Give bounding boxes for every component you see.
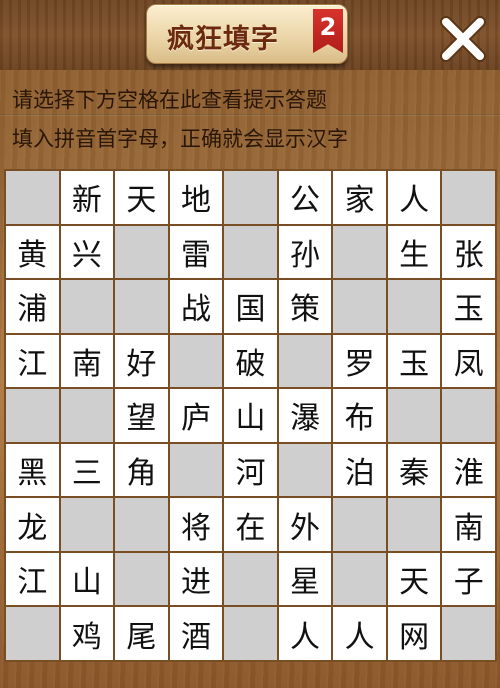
grid-cell-blank[interactable] — [224, 171, 277, 224]
grid-cell-blank[interactable] — [224, 607, 277, 660]
title-badge-ribbon: 2 — [313, 9, 343, 53]
close-button[interactable] — [437, 13, 489, 65]
grid-cell-filled[interactable]: 河 — [224, 443, 277, 497]
grid-cell-filled[interactable]: 浦 — [6, 280, 59, 333]
grid-cell-filled[interactable]: 网 — [387, 607, 441, 660]
grid-cell-filled[interactable]: 好 — [115, 334, 168, 388]
grid-cell-blank[interactable] — [387, 389, 441, 442]
close-icon — [440, 16, 486, 62]
grid-cell-filled[interactable]: 黄 — [6, 225, 59, 279]
grid-cell-filled[interactable]: 庐 — [169, 389, 223, 442]
hint-line-1: 请选择下方空格在此查看提示答题 — [12, 88, 327, 112]
grid-cell-filled[interactable]: 国 — [224, 280, 277, 333]
grid-cell-blank[interactable] — [6, 389, 59, 442]
grid-cell-filled[interactable]: 公 — [278, 171, 332, 224]
grid-cell-filled[interactable]: 孙 — [278, 225, 332, 279]
grid-cell-filled[interactable]: 将 — [169, 498, 223, 551]
grid-cell-filled[interactable]: 人 — [278, 607, 332, 660]
grid-cell-filled[interactable]: 进 — [169, 552, 223, 606]
grid-cell-blank[interactable] — [115, 225, 168, 279]
grid-cell-blank[interactable] — [333, 552, 386, 606]
grid-cell-filled[interactable]: 人 — [333, 607, 386, 660]
grid-cell-filled[interactable]: 黑 — [6, 443, 59, 497]
app-title: 疯狂填字 — [167, 24, 279, 55]
grid-cell-filled[interactable]: 秦 — [387, 443, 441, 497]
grid-cell-blank[interactable] — [387, 498, 441, 551]
grid-cell-filled[interactable]: 角 — [115, 443, 168, 497]
grid-cell-filled[interactable]: 尾 — [115, 607, 168, 660]
grid-cell-filled[interactable]: 凤 — [442, 334, 495, 388]
grid-cell-blank[interactable] — [6, 607, 59, 660]
grid-cell-filled[interactable]: 生 — [387, 225, 441, 279]
grid-cell-filled[interactable]: 淮 — [442, 443, 495, 497]
grid-cell-filled[interactable]: 三 — [60, 443, 114, 497]
grid-cell-filled[interactable]: 布 — [333, 389, 386, 442]
grid-cell-filled[interactable]: 人 — [387, 171, 441, 224]
grid-cell-blank[interactable] — [333, 225, 386, 279]
grid-cell-filled[interactable]: 酒 — [169, 607, 223, 660]
grid-cell-filled[interactable]: 雷 — [169, 225, 223, 279]
grid-cell-blank[interactable] — [60, 498, 114, 551]
grid-cell-blank[interactable] — [442, 607, 495, 660]
grid-cell-blank[interactable] — [224, 225, 277, 279]
grid-cell-filled[interactable]: 张 — [442, 225, 495, 279]
grid-cell-blank[interactable] — [6, 171, 59, 224]
grid-cell-filled[interactable]: 战 — [169, 280, 223, 333]
grid-cell-blank[interactable] — [333, 498, 386, 551]
grid-cell-blank[interactable] — [278, 334, 332, 388]
grid-cell-filled[interactable]: 南 — [442, 498, 495, 551]
grid-cell-blank[interactable] — [115, 498, 168, 551]
grid-cell-filled[interactable]: 罗 — [333, 334, 386, 388]
grid-cell-filled[interactable]: 星 — [278, 552, 332, 606]
grid-cell-filled[interactable]: 瀑 — [278, 389, 332, 442]
grid-cell-blank[interactable] — [278, 443, 332, 497]
grid-cell-blank[interactable] — [169, 334, 223, 388]
grid-cell-filled[interactable]: 家 — [333, 171, 386, 224]
grid-cell-filled[interactable]: 子 — [442, 552, 495, 606]
grid-cell-blank[interactable] — [169, 443, 223, 497]
grid-cell-blank[interactable] — [333, 280, 386, 333]
grid-cell-blank[interactable] — [442, 171, 495, 224]
grid-cell-filled[interactable]: 山 — [60, 552, 114, 606]
grid-cell-filled[interactable]: 新 — [60, 171, 114, 224]
grid-cell-filled[interactable]: 破 — [224, 334, 277, 388]
grid-cell-blank[interactable] — [387, 280, 441, 333]
grid-cell-filled[interactable]: 江 — [6, 552, 59, 606]
grid-cell-filled[interactable]: 山 — [224, 389, 277, 442]
grid-cell-filled[interactable]: 玉 — [387, 334, 441, 388]
grid-cell-blank[interactable] — [442, 389, 495, 442]
grid-cell-blank[interactable] — [224, 552, 277, 606]
grid-cell-filled[interactable]: 鸡 — [60, 607, 114, 660]
grid-cell-blank[interactable] — [115, 552, 168, 606]
grid-cell-filled[interactable]: 江 — [6, 334, 59, 388]
title-plaque: 疯狂填字 2 — [146, 4, 348, 64]
hint-divider — [0, 114, 500, 116]
grid-cell-filled[interactable]: 兴 — [60, 225, 114, 279]
grid-cell-filled[interactable]: 玉 — [442, 280, 495, 333]
grid-cell-filled[interactable]: 南 — [60, 334, 114, 388]
grid-cell-filled[interactable]: 在 — [224, 498, 277, 551]
grid-cell-filled[interactable]: 地 — [169, 171, 223, 224]
grid-cell-filled[interactable]: 天 — [387, 552, 441, 606]
header-bar: 疯狂填字 2 — [0, 0, 500, 70]
crossword-grid: 新天地公家人黄兴雷孙生张浦战国策玉江南好破罗玉凤望庐山瀑布黑三角河泊秦淮龙将在外… — [4, 169, 497, 662]
hint-panel: 请选择下方空格在此查看提示答题 填入拼音首字母，正确就会显示汉字 — [0, 76, 500, 156]
grid-cell-blank[interactable] — [60, 280, 114, 333]
grid-cell-filled[interactable]: 泊 — [333, 443, 386, 497]
grid-cell-filled[interactable]: 望 — [115, 389, 168, 442]
grid-cell-blank[interactable] — [60, 389, 114, 442]
grid-cell-filled[interactable]: 天 — [115, 171, 168, 224]
grid-cell-filled[interactable]: 策 — [278, 280, 332, 333]
grid-cell-filled[interactable]: 外 — [278, 498, 332, 551]
hint-line-2: 填入拼音首字母，正确就会显示汉字 — [12, 127, 348, 151]
grid-cell-blank[interactable] — [115, 280, 168, 333]
grid-cell-filled[interactable]: 龙 — [6, 498, 59, 551]
